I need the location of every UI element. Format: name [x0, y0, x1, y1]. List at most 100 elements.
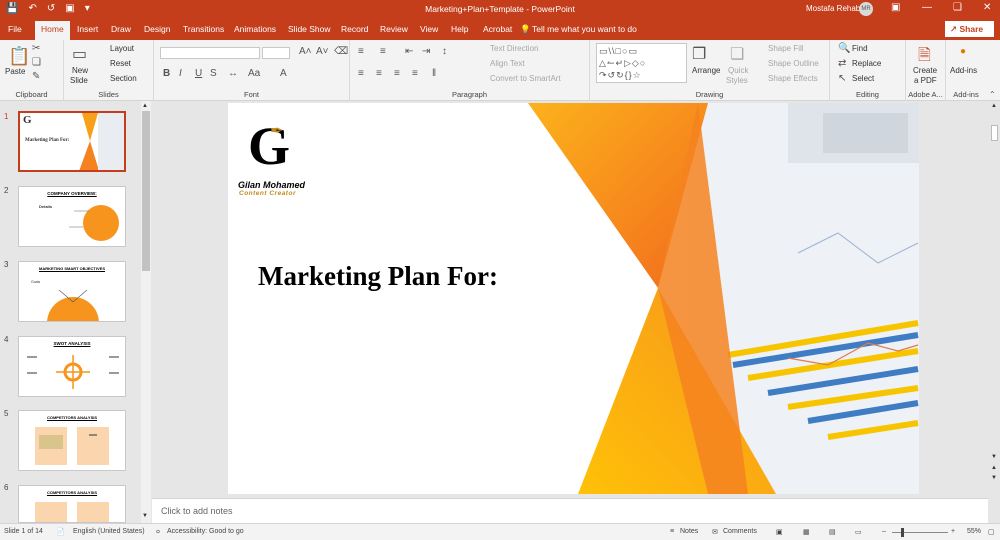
slide-sorter-icon[interactable]: ▦ [803, 528, 810, 536]
justify-icon[interactable]: ≡ [412, 68, 418, 79]
align-center-icon[interactable]: ≡ [376, 68, 382, 79]
copy-icon[interactable]: ❏ [32, 57, 41, 68]
comments-toggle[interactable]: Comments [723, 528, 757, 535]
slide-title[interactable]: Marketing Plan For: [258, 261, 498, 292]
format-painter-icon[interactable]: ✎ [32, 71, 40, 82]
tab-view[interactable]: View [420, 24, 438, 34]
tab-design[interactable]: Design [144, 24, 170, 34]
addins-button[interactable]: Add-ins [950, 66, 977, 75]
scroll-thumb[interactable] [142, 111, 150, 271]
change-case-icon[interactable]: Aa [248, 68, 260, 79]
tab-acrobat[interactable]: Acrobat [483, 24, 512, 34]
decrease-indent-icon[interactable]: ⇤ [405, 46, 413, 57]
line-spacing-icon[interactable]: ↕ [442, 46, 447, 57]
bullets-icon[interactable]: ≡ [358, 46, 364, 57]
tab-record[interactable]: Record [341, 24, 368, 34]
align-right-icon[interactable]: ≡ [394, 68, 400, 79]
text-direction-button[interactable]: Text Direction [490, 44, 538, 53]
reset-button[interactable]: Reset [110, 59, 131, 68]
zoom-slider-handle[interactable] [901, 528, 904, 537]
columns-icon[interactable]: ‖ [432, 68, 436, 79]
tab-animations[interactable]: Animations [234, 24, 276, 34]
increase-font-icon[interactable]: A˄ [299, 46, 312, 57]
comments-icon[interactable]: ✉ [712, 528, 718, 536]
new-slide-button-line2[interactable]: Slide [70, 76, 88, 85]
zoom-level[interactable]: 55% [967, 528, 981, 535]
paste-button[interactable]: Paste [5, 67, 25, 76]
layout-button[interactable]: Layout [110, 44, 134, 53]
italic-icon[interactable]: I [179, 68, 182, 79]
tab-draw[interactable]: Draw [111, 24, 131, 34]
previous-slide-icon[interactable]: ▲ [991, 465, 997, 471]
scroll-up-icon[interactable]: ▲ [142, 103, 148, 109]
normal-view-icon[interactable]: ▣ [776, 528, 783, 536]
section-button[interactable]: Section [110, 74, 137, 83]
slide-thumb-1[interactable]: G Marketing Plan For: [18, 111, 126, 172]
quick-styles-button-line2[interactable]: Styles [726, 76, 748, 85]
tab-home[interactable]: Home [35, 21, 70, 40]
tab-file[interactable]: File [8, 24, 22, 34]
increase-indent-icon[interactable]: ⇥ [422, 46, 430, 57]
slide-thumb-5[interactable]: COMPETITORS ANALYSIS [18, 410, 126, 471]
slide-thumb-6[interactable]: COMPETITORS ANALYSIS [18, 485, 126, 523]
scroll-down-icon[interactable]: ▼ [991, 454, 997, 460]
accessibility-icon[interactable]: ⚪ [155, 528, 161, 536]
arrange-icon[interactable]: ❐ [692, 44, 706, 64]
new-slide-icon[interactable]: ▭ [72, 44, 87, 64]
paste-icon[interactable]: 📋 [8, 46, 30, 67]
tab-review[interactable]: Review [380, 24, 408, 34]
slide-thumb-3[interactable]: MARKETING SMART OBJECTIVES Goals [18, 261, 126, 322]
avatar[interactable]: MR [859, 2, 873, 16]
share-button[interactable]: ↗ Share [945, 21, 994, 37]
tab-slide-show[interactable]: Slide Show [288, 24, 331, 34]
select-button[interactable]: Select [852, 74, 874, 83]
slide-thumb-4[interactable]: SWOT ANALYSIS [18, 336, 126, 397]
editor-scrollbar[interactable]: ▲ ▼ ▲ ▼ [989, 101, 1000, 523]
tab-help[interactable]: Help [451, 24, 468, 34]
select-icon[interactable]: ↖ [838, 73, 846, 84]
find-button[interactable]: Find [852, 44, 868, 53]
zoom-out-icon[interactable]: – [882, 528, 886, 535]
user-name[interactable]: Mostafa Rehab [806, 4, 860, 13]
font-size-combo[interactable] [262, 47, 290, 59]
font-name-combo[interactable] [160, 47, 260, 59]
scroll-thumb[interactable] [991, 125, 998, 141]
scroll-up-icon[interactable]: ▲ [991, 103, 997, 109]
next-slide-icon[interactable]: ▼ [991, 475, 997, 481]
shapes-gallery[interactable]: ▭\\□○▭ △↼↵▷◇○ ↷↺↻{}☆ [596, 43, 687, 83]
arrange-button[interactable]: Arrange [692, 66, 720, 75]
notes-toggle[interactable]: Notes [680, 528, 698, 535]
align-left-icon[interactable]: ≡ [358, 68, 364, 79]
cut-icon[interactable]: ✂ [32, 43, 40, 54]
zoom-in-icon[interactable]: + [951, 528, 955, 535]
quick-styles-icon[interactable]: ❏ [730, 44, 744, 64]
collapse-ribbon-icon[interactable]: ⌃ [989, 90, 996, 99]
clear-format-icon[interactable]: ⌫ [334, 46, 348, 57]
create-pdf-button[interactable]: Create [913, 66, 937, 75]
bold-icon[interactable]: B [163, 68, 170, 79]
shape-fill-button[interactable]: Shape Fill [768, 44, 804, 53]
shape-effects-button[interactable]: Shape Effects [768, 74, 818, 83]
tab-insert[interactable]: Insert [77, 24, 98, 34]
replace-icon[interactable]: ⇄ [838, 58, 846, 69]
reading-view-icon[interactable]: ▤ [829, 528, 836, 536]
find-icon[interactable]: 🔍 [838, 43, 850, 54]
fit-to-window-icon[interactable]: ▢ [988, 528, 995, 536]
underline-icon[interactable]: U [195, 68, 202, 79]
strikethrough-icon[interactable]: S [210, 68, 217, 79]
font-color-icon[interactable]: A [280, 68, 287, 79]
scroll-down-icon[interactable]: ▼ [142, 513, 148, 519]
shape-outline-button[interactable]: Shape Outline [768, 59, 819, 68]
convert-smartart-button[interactable]: Convert to SmartArt [490, 74, 561, 83]
addins-icon[interactable]: ● [960, 46, 966, 57]
quick-styles-button[interactable]: Quick [728, 66, 748, 75]
slide-canvas[interactable]: G ✒ Gilan Mohamed Content Creator Market… [228, 103, 919, 494]
ribbon-display-icon[interactable]: ▣ [891, 2, 900, 13]
notes-pane[interactable]: Click to add notes [152, 498, 988, 523]
accessibility-status[interactable]: Accessibility: Good to go [167, 528, 244, 535]
slide-show-icon[interactable]: ▭ [855, 528, 862, 536]
char-spacing-icon[interactable]: ↔ [228, 68, 238, 79]
replace-button[interactable]: Replace [852, 59, 881, 68]
align-text-button[interactable]: Align Text [490, 59, 525, 68]
new-slide-button[interactable]: New [72, 66, 88, 75]
